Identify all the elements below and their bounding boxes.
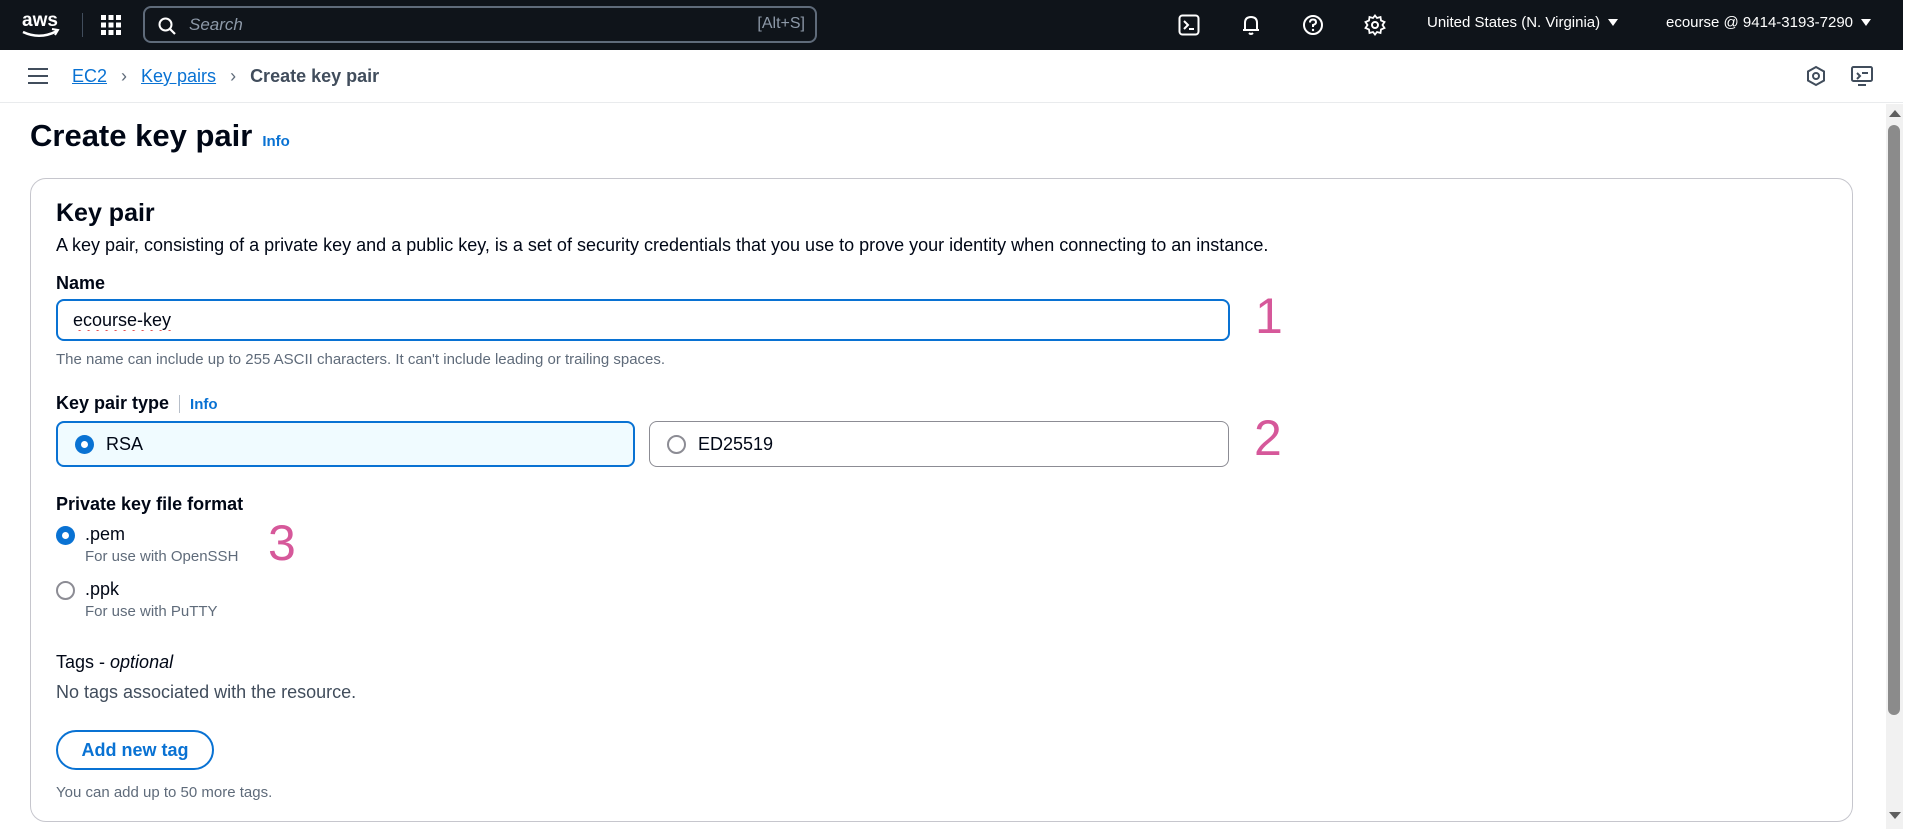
format-option-ppk[interactable]: .ppk For use with PuTTY (56, 579, 218, 620)
cloudshell-icon[interactable] (1176, 12, 1202, 38)
key-type-rsa-label: RSA (106, 433, 144, 454)
apps-grid-icon[interactable] (100, 14, 122, 36)
file-format-label: Private key file format (56, 494, 244, 514)
scrollbar-thumb[interactable] (1888, 125, 1900, 715)
radio-selected-icon[interactable] (56, 526, 75, 545)
chevron-down-icon (1608, 19, 1619, 26)
format-pem-label: .pem (85, 524, 126, 544)
tags-optional-text: optional (110, 652, 174, 672)
breadcrumb-current: Create key pair (250, 66, 380, 86)
search-shortcut-hint: [Alt+S] (757, 15, 805, 32)
main-content: Create key pair Info Key pair A key pair… (0, 104, 1886, 829)
search-input[interactable] (189, 12, 669, 38)
annotation-1: 1 (1255, 288, 1283, 344)
divider (179, 395, 181, 414)
top-nav-bar: aws [Alt+S] United States (N. Virginia) … (0, 0, 1920, 50)
window-edge (1903, 0, 1920, 829)
key-name-field[interactable] (56, 299, 1230, 341)
format-pem-description: For use with OpenSSH (85, 548, 239, 565)
tags-empty-message: No tags associated with the resource. (56, 682, 357, 702)
key-pair-card: Key pair A key pair, consisting of a pri… (30, 178, 1853, 822)
aws-logo[interactable]: aws (20, 8, 62, 42)
account-menu[interactable]: ecourse @ 9414-3193-7290 (1666, 14, 1872, 31)
card-title: Key pair (56, 199, 155, 227)
help-panel-icon[interactable] (1850, 64, 1874, 88)
radio-unselected-icon[interactable] (667, 434, 686, 454)
format-ppk-label: .ppk (85, 579, 120, 599)
notifications-panel-icon[interactable] (1804, 64, 1828, 88)
breadcrumb-bar: EC2 › Key pairs › Create key pair (0, 50, 1903, 103)
key-type-rsa-tile[interactable]: RSA (56, 421, 635, 467)
page-title-text: Create key pair (30, 118, 253, 153)
breadcrumb: EC2 › Key pairs › Create key pair (72, 66, 379, 87)
help-icon[interactable] (1300, 12, 1326, 38)
region-label: United States (N. Virginia) (1427, 14, 1601, 31)
annotation-3: 3 (268, 515, 296, 571)
format-ppk-description: For use with PuTTY (85, 603, 218, 620)
tags-hint: You can add up to 50 more tags. (56, 784, 273, 801)
key-type-ed25519-label: ED25519 (698, 433, 774, 454)
aws-logo-text: aws (22, 10, 58, 31)
page-info-link[interactable]: Info (262, 133, 290, 150)
card-description: A key pair, consisting of a private key … (56, 235, 1269, 255)
chevron-down-icon (1861, 19, 1872, 26)
tags-label-text: Tags - (56, 652, 111, 672)
annotation-2: 2 (1254, 410, 1282, 466)
key-type-ed25519-tile[interactable]: ED25519 (649, 421, 1229, 467)
breadcrumb-link-key-pairs[interactable]: Key pairs (141, 66, 216, 87)
chevron-right-icon: › (121, 66, 128, 86)
bell-icon[interactable] (1238, 12, 1264, 38)
radio-selected-icon[interactable] (75, 434, 94, 454)
add-new-tag-button[interactable]: Add new tag (56, 730, 214, 770)
key-pair-type-text: Key pair type (56, 393, 170, 413)
name-hint: The name can include up to 255 ASCII cha… (56, 351, 666, 368)
chevron-right-icon: › (230, 66, 237, 86)
key-type-info-link[interactable]: Info (190, 396, 218, 413)
search-icon (158, 17, 176, 35)
name-label: Name (56, 273, 106, 293)
menu-icon[interactable] (28, 68, 48, 86)
scroll-down-arrow-icon[interactable] (1889, 812, 1901, 819)
account-label: ecourse @ 9414-3193-7290 (1666, 14, 1854, 31)
global-search[interactable]: [Alt+S] (143, 6, 817, 43)
key-pair-type-label: Key pair type Info (56, 393, 218, 414)
page-title: Create key pair Info (30, 118, 290, 154)
region-selector[interactable]: United States (N. Virginia) (1427, 14, 1619, 31)
radio-unselected-icon[interactable] (56, 581, 75, 600)
nav-divider (82, 13, 83, 37)
settings-icon[interactable] (1362, 12, 1388, 38)
breadcrumb-link-ec2[interactable]: EC2 (72, 66, 107, 87)
tags-label: Tags - optional (56, 652, 173, 673)
format-option-pem[interactable]: .pem For use with OpenSSH (56, 524, 238, 565)
scroll-up-arrow-icon[interactable] (1889, 110, 1901, 117)
